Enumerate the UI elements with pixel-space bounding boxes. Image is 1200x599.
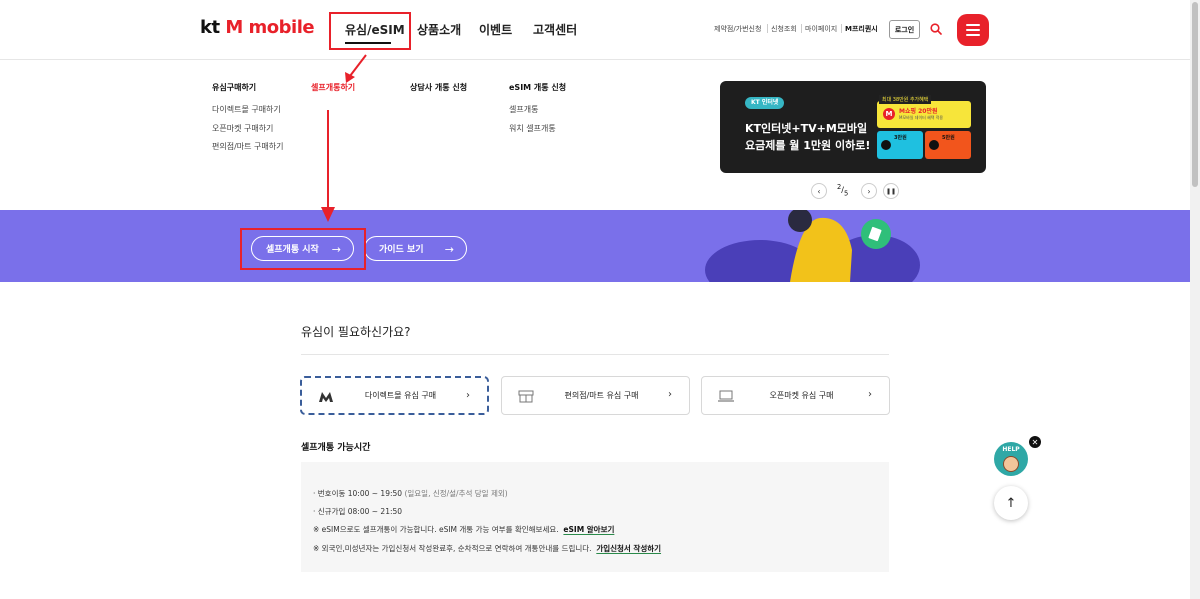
hamburger-line <box>966 34 980 36</box>
promo-card-tag: 최대 38만원 추가혜택 <box>879 95 932 104</box>
pager-next-button[interactable]: › <box>861 183 877 199</box>
esim-note-text: ※ eSIM으로도 셀프개통이 가능합니다. eSIM 개통 가능 여부를 확인… <box>313 525 559 534</box>
gnb-customer-center[interactable]: 고객센터 <box>533 21 577 38</box>
util-link-frequency[interactable]: M프리퀀시 <box>845 24 878 34</box>
hamburger-line <box>966 29 980 31</box>
search-icon[interactable] <box>930 23 942 35</box>
logo[interactable]: kt M mobile <box>200 17 315 38</box>
direct-mall-usim-button[interactable]: 다이렉트몰 유심 구매 › <box>300 376 489 415</box>
help-avatar-icon <box>1003 456 1019 472</box>
scrollbar-thumb[interactable] <box>1192 2 1198 187</box>
application-form-link[interactable]: 가입신청서 작성하기 <box>596 544 661 553</box>
store-icon <box>518 390 534 403</box>
pager-total: 5 <box>843 189 849 198</box>
guide-button[interactable]: 가이드 보기 → <box>364 236 467 261</box>
hamburger-menu-button[interactable] <box>957 14 989 46</box>
mega-menu <box>0 60 1190 210</box>
promo-card-internet: 3만원 <box>877 131 923 159</box>
promo-banner[interactable]: KT 인터넷 KT인터넷+TV+M모바일 요금제를 월 1만원 이하로! 최대 … <box>720 81 986 173</box>
pager-count: 2/5 <box>837 183 848 197</box>
laptop-icon <box>718 390 734 402</box>
arrow-right-icon: → <box>444 243 454 256</box>
annotation-arrowhead-icon <box>321 207 335 222</box>
mega-col-esim-activation[interactable]: eSIM 개통 신청 <box>509 82 566 93</box>
mega-item-watch-self[interactable]: 워치 셀프개통 <box>509 123 556 134</box>
logo-brand: M mobile <box>225 17 315 38</box>
hours-new-signup-text: 신규가입 08:00 ~ 21:50 <box>317 507 403 516</box>
annotation-box-gnb <box>329 12 411 50</box>
annotation-line <box>327 110 329 210</box>
esim-learn-more-link[interactable]: eSIM 알아보기 <box>563 525 614 534</box>
util-divider <box>767 24 768 33</box>
chevron-right-icon: › <box>868 389 872 400</box>
guide-label: 가이드 보기 <box>379 245 424 255</box>
logo-kt: kt <box>200 17 220 38</box>
section-divider <box>301 354 889 355</box>
promo-card-a-text: 3만원 <box>894 135 907 141</box>
esim-note: ※ eSIM으로도 셀프개통이 가능합니다. eSIM 개통 가능 여부를 확인… <box>313 524 614 535</box>
hours-port-in-text: 번호이동 10:00 ~ 19:50 <box>317 489 403 498</box>
direct-mall-usim-label: 다이렉트몰 유심 구매 <box>364 391 437 400</box>
promo-card-tv: 5만원 <box>925 131 971 159</box>
util-divider <box>801 24 802 33</box>
mega-item-convenience-store[interactable]: 편의점/마트 구매하기 <box>212 141 283 152</box>
util-link-store[interactable]: 제약점/가번신청 <box>714 24 761 34</box>
mega-col-buy-usim[interactable]: 유심구매하기 <box>212 82 256 93</box>
scroll-to-top-button[interactable]: ↑ <box>994 486 1028 520</box>
hamburger-line <box>966 24 980 26</box>
util-link-mypage[interactable]: 마이페이지 <box>805 24 837 34</box>
login-button[interactable]: 로그인 <box>889 20 920 39</box>
help-chatbot-button[interactable]: HELP <box>994 442 1028 476</box>
promo-card-small: M모바일 데이터 혜택 적용 <box>899 115 944 120</box>
pager-pause-button[interactable]: ❚❚ <box>883 183 899 199</box>
gnb-products[interactable]: 상품소개 <box>417 21 461 38</box>
chevron-right-icon: › <box>466 390 470 401</box>
arrow-up-icon: ↑ <box>1005 495 1017 511</box>
foreigner-note-text: ※ 외국인,미성년자는 가입신청서 작성완료후, 순차적으로 연락하여 개통안내… <box>313 544 592 553</box>
promo-badge: KT 인터넷 <box>745 97 785 109</box>
m-logo-icon <box>319 392 333 402</box>
promo-card-title: M쇼핑 20만원 <box>899 108 938 115</box>
hours-port-in: · 번호이동 10:00 ~ 19:50 (일요일, 신정/설/추석 당일 제외… <box>313 488 508 499</box>
hero-banner <box>0 210 1190 282</box>
need-usim-title: 유심이 필요하신가요? <box>301 325 411 339</box>
page: kt M mobile 유심/eSIM 상품소개 이벤트 고객센터 제약점/가번… <box>0 0 1200 599</box>
tv-logo-icon <box>929 140 939 150</box>
help-label: HELP <box>1002 446 1020 453</box>
chevron-right-icon: › <box>668 389 672 400</box>
hours-info-box <box>301 462 889 572</box>
header: kt M mobile 유심/eSIM 상품소개 이벤트 고객센터 제약점/가번… <box>0 0 1190 60</box>
m-logo-icon: M <box>883 108 895 120</box>
tv-logo-icon <box>881 140 891 150</box>
promo-headline-2: 요금제를 월 1만원 이하로! <box>745 139 871 152</box>
hours-port-in-note: (일요일, 신정/설/추석 당일 제외) <box>404 489 508 498</box>
open-market-usim-label: 오픈마켓 유심 구매 <box>769 391 834 400</box>
util-divider <box>841 24 842 33</box>
mega-col-agent-activation[interactable]: 상담사 개통 신청 <box>410 82 467 93</box>
open-market-usim-button[interactable]: 오픈마켓 유심 구매 › <box>701 376 890 415</box>
hours-new-signup: · 신규가입 08:00 ~ 21:50 <box>313 506 402 517</box>
self-activation-hours-title: 셀프개통 가능시간 <box>301 443 371 453</box>
promo-card-shopping: 최대 38만원 추가혜택 M M쇼핑 20만원 M모바일 데이터 혜택 적용 <box>877 95 971 128</box>
hero-illustration <box>705 210 920 282</box>
promo-card-b-text: 5만원 <box>942 135 955 141</box>
convenience-store-usim-label: 편의점/마트 유심 구매 <box>564 391 639 400</box>
mega-item-open-market[interactable]: 오픈마켓 구매하기 <box>212 123 273 134</box>
mega-item-direct-mall[interactable]: 다이렉트몰 구매하기 <box>212 104 281 115</box>
util-link-order-status[interactable]: 신청조회 <box>771 24 797 34</box>
foreigner-note: ※ 외국인,미성년자는 가입신청서 작성완료후, 순차적으로 연락하여 개통안내… <box>313 543 661 554</box>
annotation-arrow-icon <box>345 54 367 83</box>
annotation-box-start <box>240 228 366 270</box>
convenience-store-usim-button[interactable]: 편의점/마트 유심 구매 › <box>501 376 690 415</box>
gnb-events[interactable]: 이벤트 <box>479 21 512 38</box>
close-icon[interactable]: ✕ <box>1029 436 1041 448</box>
promo-headline-1: KT인터넷+TV+M모바일 <box>745 122 868 135</box>
mega-item-esim-self[interactable]: 셀프개통 <box>509 104 538 115</box>
pager-prev-button[interactable]: ‹ <box>811 183 827 199</box>
